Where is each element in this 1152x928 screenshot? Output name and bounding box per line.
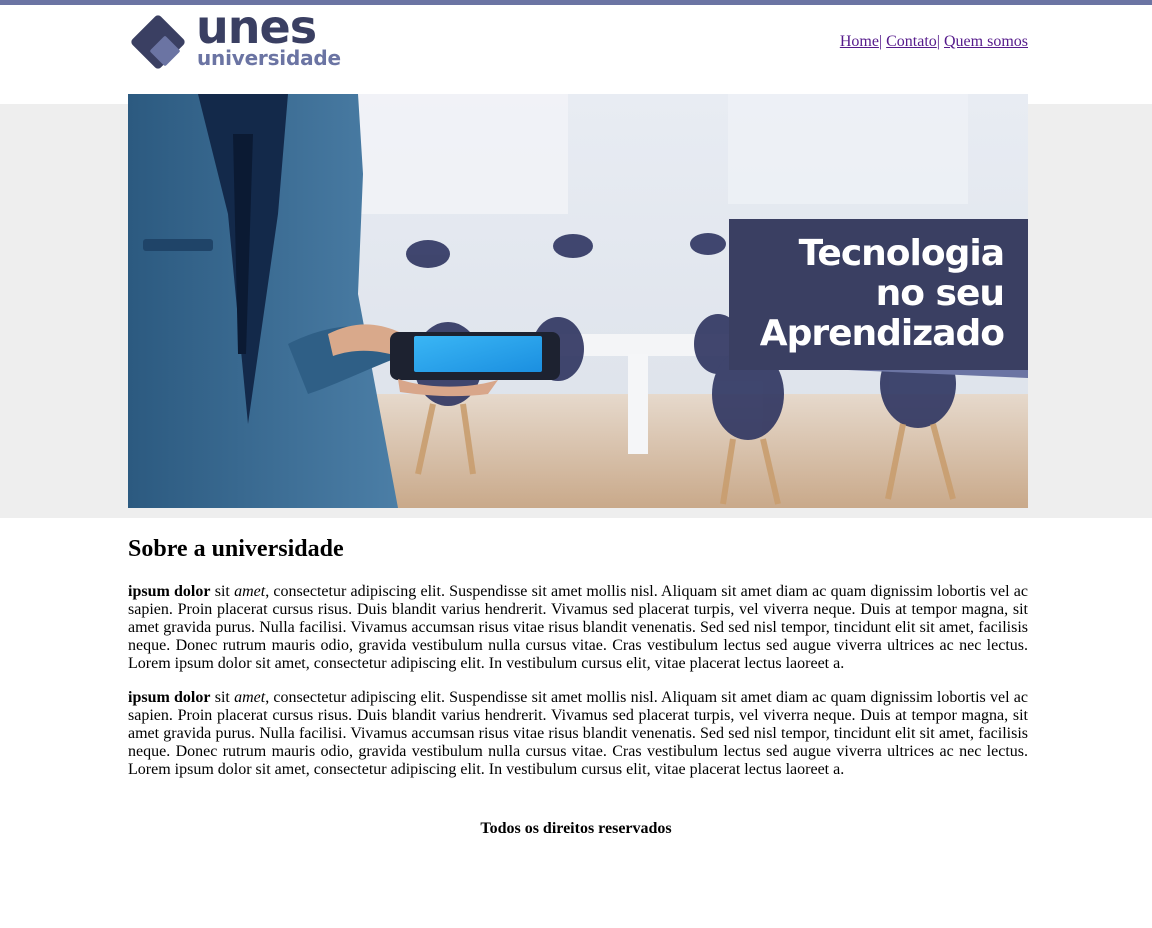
hero-caption-accent [848, 370, 1028, 378]
content-paragraph: ipsum dolor sit amet, consectetur adipis… [128, 583, 1028, 673]
paragraph-italic: amet [234, 583, 266, 600]
hero-line-1: Tecnologia [798, 233, 1005, 274]
footer-text: Todos os direitos reservados [480, 820, 672, 837]
section-heading: Sobre a universidade [128, 536, 344, 562]
content-paragraph: ipsum dolor sit amet, consectetur adipis… [128, 689, 1028, 779]
nav-link-home[interactable]: Home [840, 33, 879, 50]
logo[interactable]: unes universidade [128, 4, 348, 74]
paragraph-text: sit [210, 583, 235, 600]
logo-subtitle: universidade [197, 46, 341, 70]
main-content: Sobre a universidade ipsum dolor sit ame… [128, 530, 1028, 795]
site-header: unes universidade Home| Contato| Quem so… [0, 4, 1152, 94]
hero-line-2: no seu [875, 273, 1005, 314]
paragraph-text: sit [210, 689, 235, 706]
logo-diamond-icon [131, 15, 185, 69]
nav-link-contato[interactable]: Contato [886, 33, 937, 50]
hero-caption-box: Tecnologia no seu Aprendizado [729, 219, 1028, 370]
paragraph-italic: amet [234, 689, 266, 706]
logo-wordmark: unes [196, 0, 317, 54]
paragraph-bold: ipsum dolor [128, 583, 211, 600]
nav-link-quem-somos[interactable]: Quem somos [944, 33, 1028, 50]
hero-banner: Tecnologia no seu Aprendizado [128, 94, 1028, 508]
nav-separator: | [878, 33, 883, 50]
site-footer: Todos os direitos reservados [0, 820, 1152, 838]
hero-line-3: Aprendizado [759, 313, 1005, 354]
paragraph-bold: ipsum dolor [128, 689, 211, 706]
main-nav: Home| Contato| Quem somos [840, 33, 1028, 51]
hero-headline: Tecnologia no seu Aprendizado [759, 233, 1005, 354]
nav-separator: | [936, 33, 940, 50]
